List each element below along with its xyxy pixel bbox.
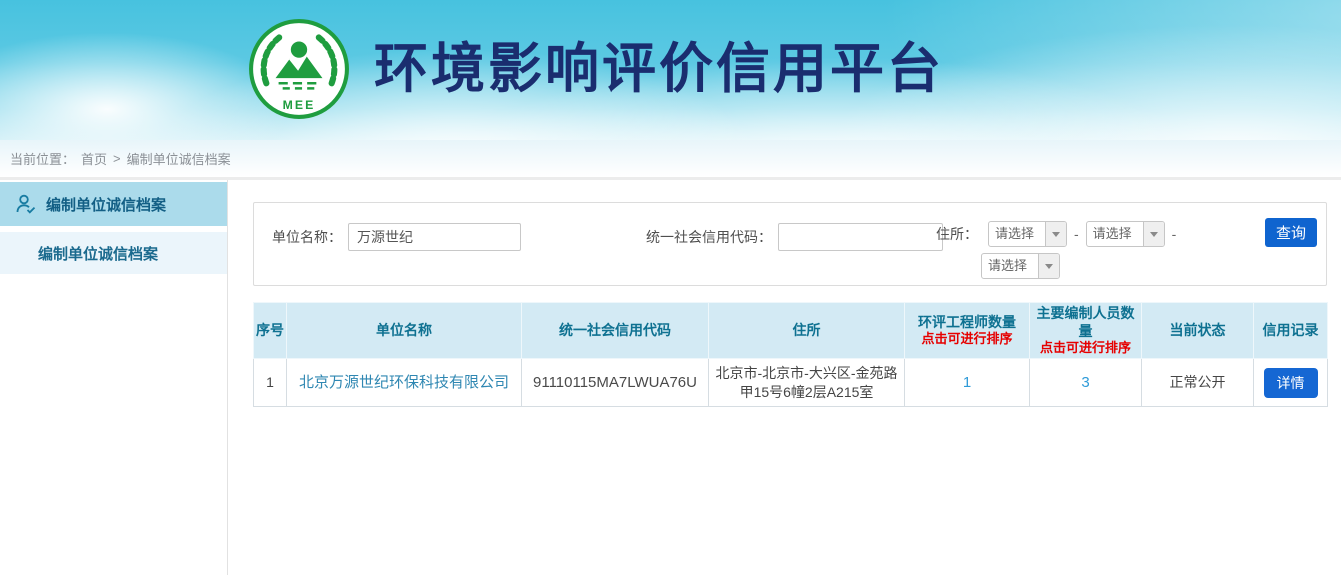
district-select-value: 请选择 (982, 254, 1038, 278)
unit-name-link[interactable]: 北京万源世纪环保科技有限公司 (299, 374, 509, 391)
breadcrumb-prefix: 当前位置： (10, 149, 75, 168)
site-title: 环境影响评价信用平台 (374, 18, 944, 120)
search-panel: 单位名称： 统一社会信用代码： 住所： 请选择 - 请选择 - (253, 202, 1327, 286)
city-select-value: 请选择 (1087, 222, 1143, 246)
breadcrumb-current: 编制单位诚信档案 (127, 149, 231, 168)
status-cell: 正常公开 (1142, 359, 1254, 407)
address-label: 住所： (936, 224, 978, 244)
col-staff-count-sortable[interactable]: 主要编制人员数量 点击可进行排序 (1030, 303, 1142, 359)
results-table: 序号 单位名称 统一社会信用代码 住所 环评工程师数量 点击可进行排序 主要编制… (253, 302, 1328, 407)
address-dash: - (1172, 226, 1177, 242)
address-dash: - (1074, 226, 1079, 242)
unit-name-input[interactable] (348, 223, 521, 251)
engineer-count-link[interactable]: 1 (963, 374, 971, 391)
breadcrumb-home-link[interactable]: 首页 (81, 149, 107, 168)
col-engineer-count-sortable[interactable]: 环评工程师数量 点击可进行排序 (905, 303, 1030, 359)
table-row: 1 北京万源世纪环保科技有限公司 91110115MA7LWUA76U 北京市-… (254, 359, 1328, 407)
district-select[interactable]: 请选择 (981, 253, 1060, 279)
mee-logo-icon: MEE (248, 18, 350, 120)
col-credit-code: 统一社会信用代码 (522, 303, 709, 359)
sort-hint: 点击可进行排序 (1032, 340, 1139, 356)
chevron-down-icon[interactable] (1045, 222, 1066, 246)
brand: MEE 环境影响评价信用平台 (248, 18, 944, 120)
col-credit-record: 信用记录 (1254, 303, 1328, 359)
unit-name-label: 单位名称： (272, 227, 342, 247)
city-select[interactable]: 请选择 (1086, 221, 1165, 247)
staff-count-link[interactable]: 3 (1081, 374, 1089, 391)
chevron-down-icon[interactable] (1038, 254, 1059, 278)
table-header-row: 序号 单位名称 统一社会信用代码 住所 环评工程师数量 点击可进行排序 主要编制… (254, 303, 1328, 359)
col-index: 序号 (254, 303, 287, 359)
sidebar: 编制单位诚信档案 编制单位诚信档案 (0, 180, 228, 575)
chevron-down-icon[interactable] (1143, 222, 1164, 246)
sidebar-subitem-unit-credit-archive[interactable]: 编制单位诚信档案 (0, 232, 227, 274)
sidebar-item-label: 编制单位诚信档案 (46, 194, 166, 215)
svg-text:MEE: MEE (283, 98, 316, 112)
province-select-value: 请选择 (989, 222, 1045, 246)
user-check-icon (14, 192, 38, 216)
address-cell: 北京市-北京市-大兴区-金苑路甲15号6幢2层A215室 (709, 359, 905, 407)
credit-code-label: 统一社会信用代码： (646, 227, 772, 247)
credit-code-cell: 91110115MA7LWUA76U (522, 359, 709, 407)
site-header: MEE 环境影响评价信用平台 (0, 0, 1341, 140)
col-address: 住所 (709, 303, 905, 359)
detail-button[interactable]: 详情 (1264, 368, 1318, 398)
main-content: 单位名称： 统一社会信用代码： 住所： 请选择 - 请选择 - (228, 180, 1341, 575)
query-button[interactable]: 查询 (1265, 218, 1317, 247)
sidebar-subitem-label: 编制单位诚信档案 (38, 243, 158, 264)
breadcrumb: 当前位置： 首页 > 编制单位诚信档案 (0, 140, 1341, 180)
breadcrumb-separator: > (113, 151, 121, 166)
col-unit-name: 单位名称 (287, 303, 522, 359)
col-status: 当前状态 (1142, 303, 1254, 359)
credit-code-input[interactable] (778, 223, 943, 251)
row-index: 1 (254, 359, 287, 407)
sort-hint: 点击可进行排序 (907, 331, 1027, 347)
sidebar-item-unit-credit-archive[interactable]: 编制单位诚信档案 (0, 182, 227, 226)
province-select[interactable]: 请选择 (988, 221, 1067, 247)
